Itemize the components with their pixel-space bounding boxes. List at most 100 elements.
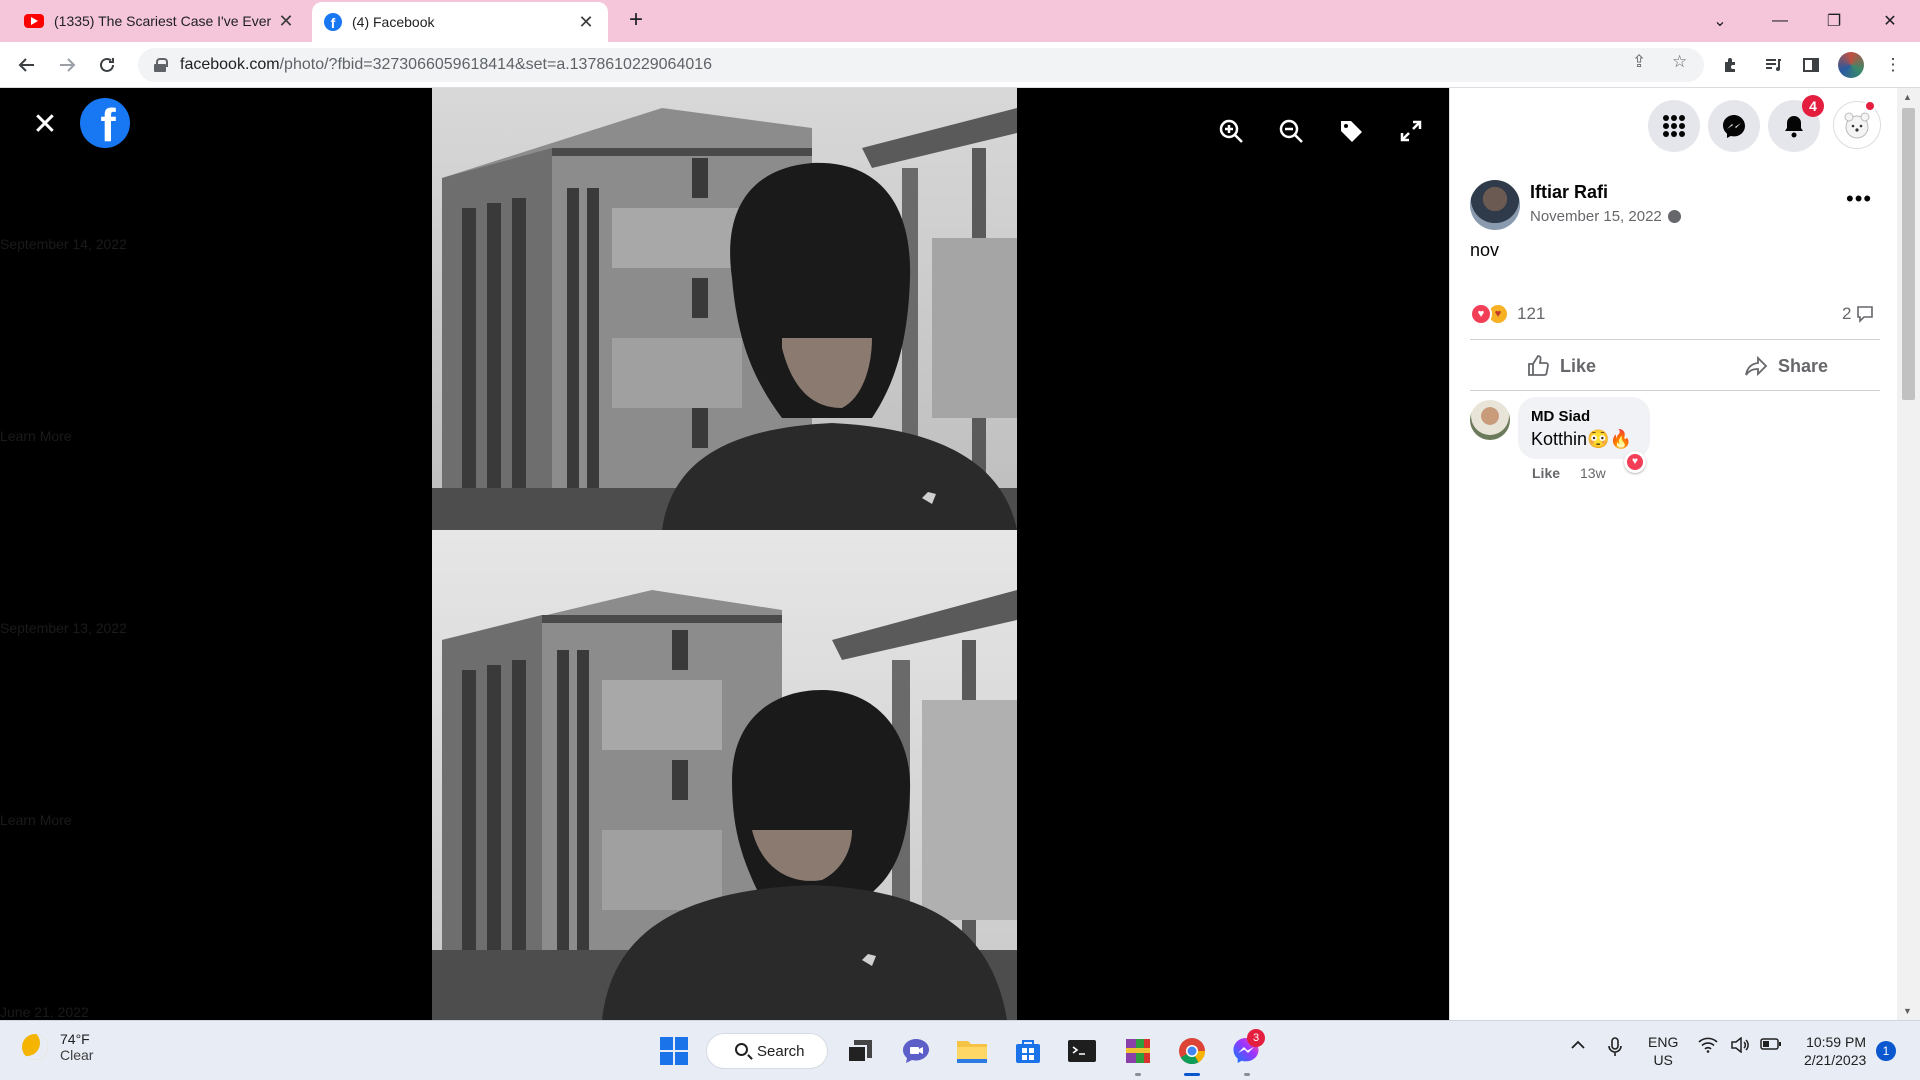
- tab-youtube[interactable]: (1335) The Scariest Case I've Ever Seen …: [12, 0, 308, 42]
- close-viewer-icon[interactable]: ✕: [30, 110, 60, 140]
- back-arrow-icon: [18, 58, 34, 72]
- chrome-active-indicator: [1184, 1073, 1200, 1076]
- tab-search-icon[interactable]: ⌄: [1692, 0, 1748, 42]
- media-controls-icon[interactable]: [1760, 52, 1786, 78]
- notification-center-badge[interactable]: 1: [1876, 1041, 1896, 1061]
- weather-condition: Clear: [60, 1047, 94, 1063]
- post-timestamp[interactable]: November 15, 2022: [1530, 208, 1681, 225]
- wifi-icon[interactable]: [1698, 1037, 1718, 1057]
- chevron-up-icon: [1571, 1040, 1585, 1049]
- new-tab-button[interactable]: +: [622, 6, 650, 34]
- love-reaction-icon: ♥: [1627, 454, 1643, 470]
- sidebar-ghost-link: Learn More: [0, 812, 72, 828]
- restore-button[interactable]: ❐: [1806, 0, 1862, 42]
- chrome-menu-icon[interactable]: ⋮: [1880, 52, 1906, 78]
- forward-button[interactable]: [52, 50, 82, 80]
- battery-icon[interactable]: [1760, 1037, 1782, 1055]
- comment-count[interactable]: 2: [1842, 304, 1875, 324]
- share-button[interactable]: Share: [1744, 350, 1828, 382]
- author-avatar[interactable]: [1470, 180, 1520, 230]
- file-explorer-button[interactable]: [954, 1033, 990, 1069]
- grid-menu-icon: [1663, 115, 1685, 137]
- language-code: ENG: [1648, 1034, 1679, 1050]
- tag-icon[interactable]: [1336, 116, 1366, 146]
- more-options-icon[interactable]: •••: [1846, 186, 1872, 212]
- show-hidden-icons[interactable]: [1570, 1037, 1586, 1054]
- store-icon: [1016, 1040, 1040, 1063]
- comment-text: Kotthin😳🔥: [1531, 429, 1632, 449]
- messenger-badge: 3: [1247, 1029, 1265, 1047]
- start-button[interactable]: [656, 1033, 692, 1069]
- teams-chat-button[interactable]: [898, 1033, 934, 1069]
- windows-icon: [660, 1037, 688, 1065]
- windows-taskbar: 74°F Clear Search 3 ENG US 10:59 PM 2/21…: [0, 1020, 1920, 1080]
- scroll-down-icon[interactable]: ▼: [1903, 1006, 1912, 1016]
- profile-avatar[interactable]: [1838, 52, 1864, 78]
- forward-arrow-icon: [60, 58, 76, 72]
- comment-time[interactable]: 13w: [1580, 465, 1606, 481]
- close-tab-icon[interactable]: ✕: [576, 12, 596, 33]
- sidebar-ghost-date: September 14, 2022: [0, 236, 127, 252]
- address-bar[interactable]: facebook.com/photo/?fbid=327306605961841…: [138, 48, 1704, 82]
- task-view-button[interactable]: [842, 1033, 878, 1069]
- taskbar-search[interactable]: Search: [706, 1033, 828, 1069]
- post-caption: nov: [1470, 240, 1500, 260]
- divider: [1470, 339, 1880, 340]
- terminal-button[interactable]: [1064, 1033, 1100, 1069]
- photo-top: [432, 88, 1017, 530]
- messenger-icon: [1723, 115, 1745, 138]
- black-and-white-photo: [432, 530, 1017, 1020]
- menu-button[interactable]: [1648, 100, 1700, 152]
- chrome-button[interactable]: [1174, 1033, 1210, 1069]
- browser-toolbar: facebook.com/photo/?fbid=327306605961841…: [0, 42, 1920, 88]
- fullscreen-icon[interactable]: [1396, 116, 1426, 146]
- clock-time: 10:59 PM: [1806, 1034, 1866, 1050]
- notification-badge: 4: [1802, 95, 1824, 117]
- pane-scrollbar[interactable]: ▲ ▼: [1897, 88, 1920, 1020]
- author-name[interactable]: Iftiar Rafi: [1530, 182, 1608, 203]
- minimize-button[interactable]: —: [1752, 0, 1808, 42]
- system-clock[interactable]: 10:59 PM 2/21/2023: [1804, 1033, 1866, 1069]
- like-button[interactable]: Like: [1526, 350, 1596, 382]
- reaction-summary[interactable]: ♥ ♥ 121: [1470, 302, 1545, 326]
- scrollbar-thumb[interactable]: [1902, 108, 1915, 400]
- bell-icon: [1785, 116, 1803, 138]
- share-page-icon[interactable]: ⇪: [1632, 52, 1646, 72]
- sidebar-ghost-link: Learn More: [0, 428, 72, 444]
- commenter-name[interactable]: MD Siad: [1531, 408, 1590, 425]
- winrar-button[interactable]: [1120, 1033, 1156, 1069]
- divider: [1470, 390, 1880, 391]
- volume-icon[interactable]: [1730, 1036, 1750, 1057]
- messenger-running-indicator: [1244, 1073, 1250, 1076]
- like-label: Like: [1560, 355, 1597, 376]
- commenter-avatar[interactable]: [1470, 400, 1510, 440]
- photo-viewer: ✕ f September 14, 2022 Learn More Septem…: [0, 88, 1449, 1020]
- share-arrow-icon: [1745, 355, 1768, 377]
- comment-reaction[interactable]: ♥: [1624, 451, 1646, 473]
- language-indicator[interactable]: ENG US: [1648, 1033, 1678, 1069]
- messenger-button[interactable]: [1708, 100, 1760, 152]
- close-tab-icon[interactable]: ✕: [276, 11, 296, 32]
- comment-like-button[interactable]: Like: [1532, 465, 1560, 481]
- store-button[interactable]: [1010, 1033, 1046, 1069]
- zoom-in-icon[interactable]: [1216, 116, 1246, 146]
- microphone-icon[interactable]: [1608, 1037, 1622, 1061]
- weather-widget[interactable]: 74°F Clear: [22, 1031, 93, 1063]
- bookmark-star-icon[interactable]: ☆: [1672, 52, 1687, 72]
- tab-facebook[interactable]: f (4) Facebook ✕: [312, 2, 608, 42]
- winrar-running-indicator: [1135, 1073, 1141, 1076]
- side-panel-icon[interactable]: [1798, 52, 1824, 78]
- facebook-logo[interactable]: f: [80, 98, 130, 148]
- back-button[interactable]: [12, 50, 42, 80]
- scroll-up-icon[interactable]: ▲: [1903, 92, 1912, 102]
- close-window-button[interactable]: ✕: [1862, 0, 1918, 42]
- tab-strip: (1335) The Scariest Case I've Ever Seen …: [0, 0, 1920, 42]
- reload-button[interactable]: [92, 50, 122, 80]
- chrome-icon: [1179, 1038, 1206, 1065]
- archive-icon: [1126, 1039, 1150, 1063]
- extensions-icon[interactable]: [1718, 52, 1744, 78]
- post-header: Iftiar Rafi November 15, 2022 •••: [1470, 180, 1880, 232]
- lock-icon: [154, 58, 168, 72]
- region-code: US: [1653, 1052, 1673, 1068]
- zoom-out-icon[interactable]: [1276, 116, 1306, 146]
